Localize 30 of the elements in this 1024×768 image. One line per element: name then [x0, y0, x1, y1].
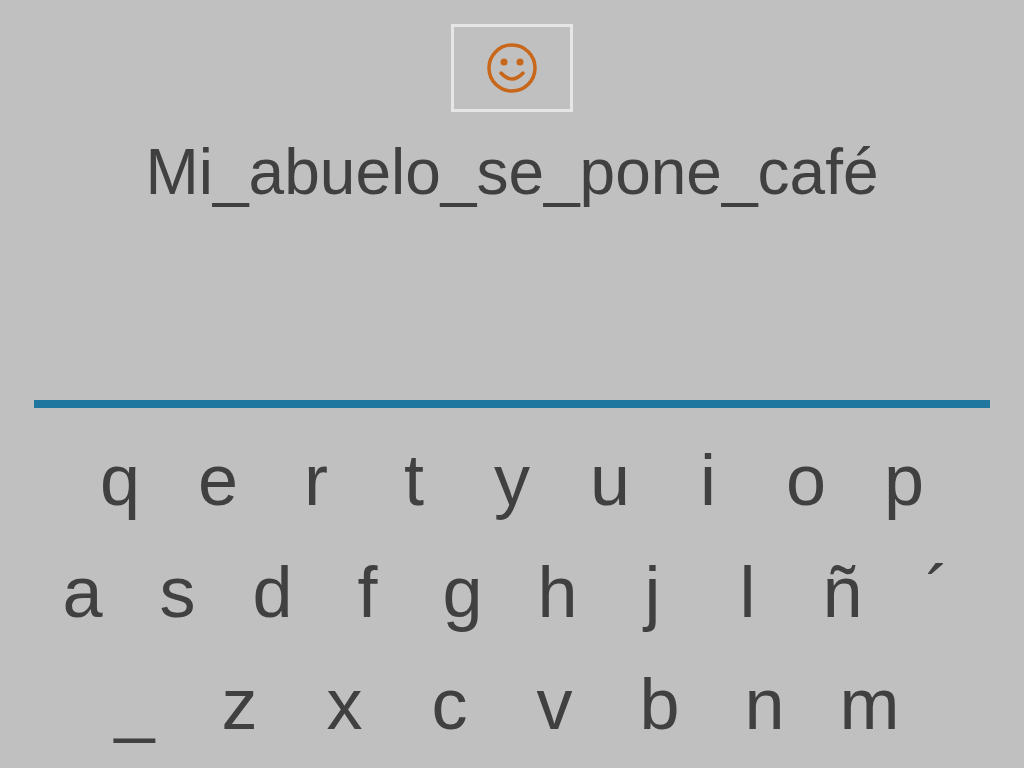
- key-button[interactable]: n: [712, 652, 817, 756]
- key-button[interactable]: i: [659, 428, 757, 532]
- key-button[interactable]: s: [130, 540, 225, 644]
- key-button[interactable]: m: [817, 652, 922, 756]
- key-button[interactable]: j: [605, 540, 700, 644]
- key-button[interactable]: f: [320, 540, 415, 644]
- key-button[interactable]: z: [187, 652, 292, 756]
- key-button[interactable]: v: [502, 652, 607, 756]
- key-button[interactable]: a: [35, 540, 130, 644]
- key-button[interactable]: g: [415, 540, 510, 644]
- key-button[interactable]: o: [757, 428, 855, 532]
- key-button[interactable]: b: [607, 652, 712, 756]
- hint-button[interactable]: [451, 24, 573, 112]
- key-button[interactable]: e: [169, 428, 267, 532]
- smiley-icon: [486, 42, 538, 94]
- key-button[interactable]: t: [365, 428, 463, 532]
- key-button[interactable]: x: [292, 652, 397, 756]
- key-button[interactable]: _: [82, 652, 187, 756]
- key-button[interactable]: ´: [890, 540, 985, 644]
- sentence-text: Mi_abuelo_se_pone_café: [145, 135, 879, 210]
- key-button[interactable]: p: [855, 428, 953, 532]
- key-button[interactable]: h: [510, 540, 605, 644]
- key-button[interactable]: q: [71, 428, 169, 532]
- key-button[interactable]: r: [267, 428, 365, 532]
- key-button[interactable]: ñ: [795, 540, 890, 644]
- key-button[interactable]: y: [463, 428, 561, 532]
- key-button[interactable]: l: [700, 540, 795, 644]
- key-button[interactable]: u: [561, 428, 659, 532]
- key-button[interactable]: c: [397, 652, 502, 756]
- key-button[interactable]: d: [225, 540, 320, 644]
